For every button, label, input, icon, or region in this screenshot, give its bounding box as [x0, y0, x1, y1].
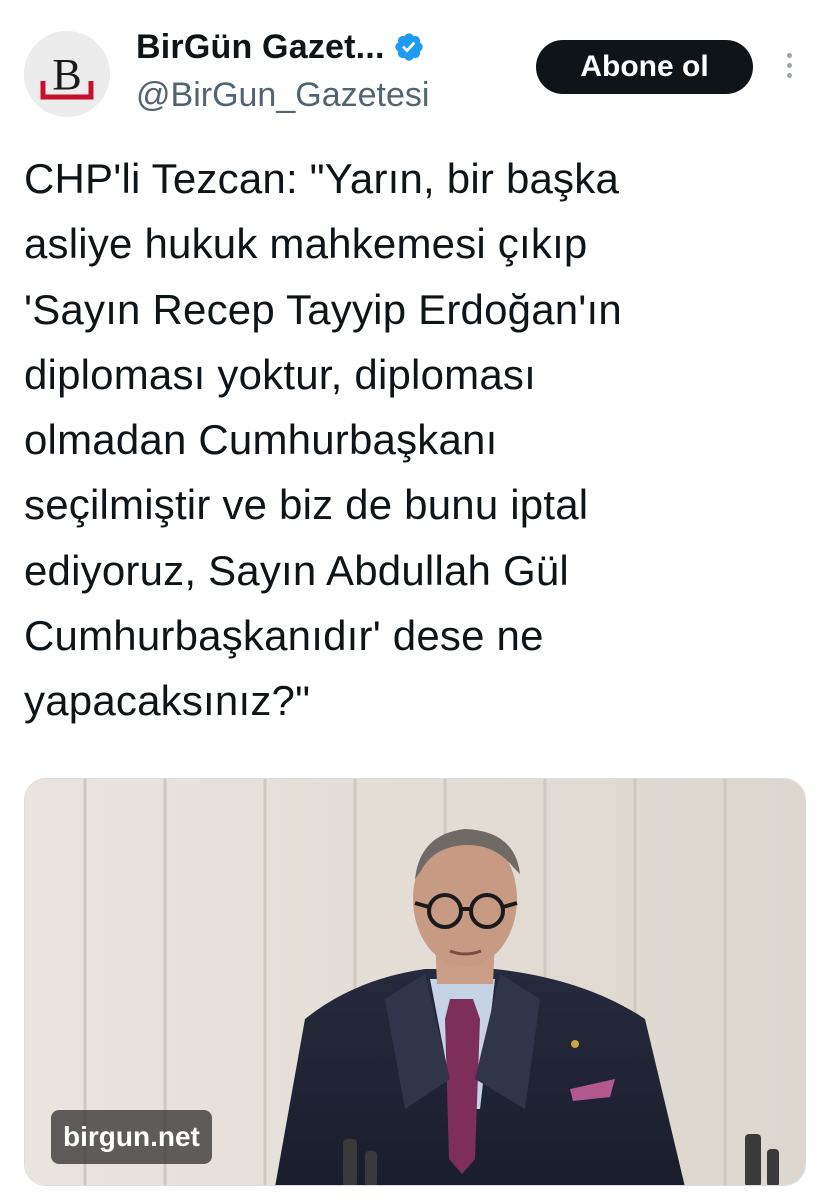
avatar[interactable]: B [24, 31, 110, 117]
media-source-label[interactable]: birgun.net [51, 1110, 212, 1164]
author-handle[interactable]: @BirGun_Gazetesi [136, 76, 429, 115]
author-name-row: BirGün Gazet... [136, 24, 425, 70]
birgun-logo: B [24, 31, 110, 117]
tweet-header: B BirGün Gazet... @BirGun_Gazetesi Abone… [0, 0, 832, 140]
follow-button[interactable]: Abone ol [536, 40, 753, 94]
display-name[interactable]: BirGün Gazet... [136, 28, 385, 67]
more-vertical-icon[interactable] [780, 48, 798, 88]
avatar-letter: B [52, 50, 81, 99]
tweet-text: CHP'li Tezcan: "Yarın, bir başka asliye … [24, 155, 622, 725]
verified-badge-icon [393, 31, 425, 63]
